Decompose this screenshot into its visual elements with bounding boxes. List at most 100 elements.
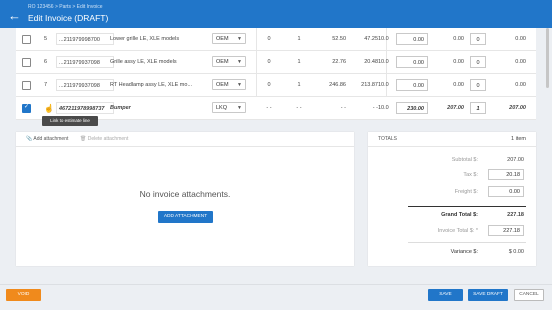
net-price: 20.48 <box>364 59 378 65</box>
table-row[interactable]: 7 ...211979937098 RT Headlamp assy LE, XLE… <box>16 74 536 97</box>
estimate-qty: 0 <box>267 36 271 42</box>
attachments-panel: 📎 Add attachment 🗑 Delete attachment No … <box>16 132 354 266</box>
item-count: 1 item <box>511 136 526 142</box>
totals-header: TOTALS 1 item <box>368 132 536 147</box>
table-row[interactable]: 5 ...211979998700 Lower grille LE, XLE mod… <box>16 28 536 51</box>
line-total: 0.00 <box>453 82 464 88</box>
source-select[interactable]: OEM ▼ <box>212 79 246 90</box>
estimate-qty: 0 <box>267 59 271 65</box>
freight-label: Freight $: <box>454 189 478 195</box>
trash-icon: 🗑 <box>80 136 87 142</box>
arrow-left-icon[interactable]: ← <box>8 9 22 23</box>
table-row[interactable]: 6 ...211979937098 Grille assy LE, XLE mode… <box>16 51 536 74</box>
ordered-qty: 1 <box>297 82 301 88</box>
add-attachment-button[interactable]: ADD ATTACHMENT <box>158 211 213 223</box>
divider <box>408 206 526 207</box>
discount-percent: 10.0 <box>378 36 389 42</box>
extended-total: 207.00 <box>509 105 526 111</box>
invoice-total-input[interactable]: 227.18 <box>488 225 524 236</box>
invoice-total-label: Invoice Total $: * <box>437 228 478 234</box>
add-attachment-link[interactable]: 📎 Add attachment <box>26 132 68 146</box>
line-total: 207.00 <box>447 105 464 111</box>
qty-input[interactable]: 0 <box>470 56 486 68</box>
list-price: - - <box>340 105 346 111</box>
net-price: 47.25 <box>364 36 378 42</box>
row-checkbox[interactable] <box>22 81 31 90</box>
row-checkbox[interactable] <box>22 103 31 113</box>
extended-total: 0.00 <box>515 36 526 42</box>
page-title: Edit Invoice (DRAFT) <box>28 13 109 23</box>
tax-label: Tax $: <box>463 172 478 178</box>
save-button[interactable]: SAVE <box>428 289 463 301</box>
qty-input[interactable]: 0 <box>470 33 486 45</box>
void-button[interactable]: VOID <box>6 289 41 301</box>
chevron-down-icon: ▼ <box>237 36 242 42</box>
line-total: 0.00 <box>453 36 464 42</box>
price-input[interactable]: 0.00 <box>396 79 428 91</box>
part-number: 467211978998737 <box>56 102 114 114</box>
part-description: Grille assy LE, XLE models <box>110 59 177 65</box>
link-icon[interactable]: ☝ <box>44 104 54 113</box>
empty-attachments-message: No invoice attachments. <box>139 189 231 199</box>
price-input[interactable]: 0.00 <box>396 56 428 68</box>
divider <box>408 242 526 243</box>
grand-total-value: 227.18 <box>507 212 524 218</box>
qty-input[interactable]: 1 <box>470 102 486 114</box>
variance-label: Variance $: <box>450 249 478 255</box>
part-number: ...211979937098 <box>56 79 114 91</box>
scrollbar[interactable] <box>546 28 549 88</box>
variance-value: $ 0.00 <box>508 249 524 255</box>
app-header: ← RO 123456 > Parts > Edit Invoice Edit … <box>0 0 552 28</box>
paperclip-icon: 📎 <box>26 136 33 142</box>
estimate-qty: 0 <box>267 82 271 88</box>
chevron-down-icon: ▼ <box>237 59 242 65</box>
line-number: 6 <box>44 59 48 65</box>
delete-attachment-link[interactable]: 🗑 Delete attachment <box>80 132 128 146</box>
list-price: 22.76 <box>332 59 346 65</box>
source-select[interactable]: OEM ▼ <box>212 33 246 44</box>
invoice-lines-table: 5 ...211979998700 Lower grille LE, XLE mod… <box>16 28 536 120</box>
attachments-toolbar: 📎 Add attachment 🗑 Delete attachment <box>16 132 354 147</box>
tax-input[interactable]: 20.18 <box>488 169 524 180</box>
ordered-qty: 1 <box>297 36 301 42</box>
chevron-down-icon: ▼ <box>237 105 242 111</box>
extended-total: 0.00 <box>515 59 526 65</box>
part-description: RT Headlamp assy LE, XLE mo... <box>110 82 193 88</box>
price-input[interactable]: 0.00 <box>396 33 428 45</box>
ordered-qty: - - <box>296 105 302 111</box>
net-price: - - <box>372 105 378 111</box>
estimate-qty: - - <box>266 105 272 111</box>
tooltip: Link to estimate line <box>42 116 98 126</box>
part-number: ...211979998700 <box>56 33 114 45</box>
save-draft-button[interactable]: SAVE DRAFT <box>468 289 508 301</box>
totals-title: TOTALS <box>378 136 397 142</box>
part-description: Bumper <box>110 105 131 111</box>
breadcrumb[interactable]: RO 123456 > Parts > Edit Invoice <box>28 4 103 10</box>
subtotal-label: Subtotal $: <box>451 157 478 163</box>
freight-input[interactable]: 0.00 <box>488 186 524 197</box>
chevron-down-icon: ▼ <box>237 82 242 88</box>
list-price: 246.86 <box>329 82 346 88</box>
part-description: Lower grille LE, XLE models <box>110 36 180 42</box>
discount-percent: 10.0 <box>378 59 389 65</box>
line-number: 5 <box>44 36 48 42</box>
part-number: ...211979937098 <box>56 56 114 68</box>
net-price: 213.87 <box>361 82 378 88</box>
extended-total: 0.00 <box>515 82 526 88</box>
grand-total-label: Grand Total $: <box>441 212 478 218</box>
source-select[interactable]: LKQ ▼ <box>212 102 246 113</box>
subtotal-value: 207.00 <box>507 157 524 163</box>
totals-panel: TOTALS 1 item Subtotal $: 207.00 Tax $: … <box>368 132 536 266</box>
list-price: 52.50 <box>332 36 346 42</box>
discount-percent: 10.0 <box>378 82 389 88</box>
ordered-qty: 1 <box>297 59 301 65</box>
price-input[interactable]: 230.00 <box>396 102 428 114</box>
line-total: 0.00 <box>453 59 464 65</box>
row-checkbox[interactable] <box>22 35 31 44</box>
discount-percent: 10.0 <box>378 105 389 111</box>
qty-input[interactable]: 0 <box>470 79 486 91</box>
source-select[interactable]: OEM ▼ <box>212 56 246 67</box>
row-checkbox[interactable] <box>22 58 31 67</box>
line-number: 7 <box>44 82 48 88</box>
cancel-button[interactable]: CANCEL <box>514 289 544 301</box>
